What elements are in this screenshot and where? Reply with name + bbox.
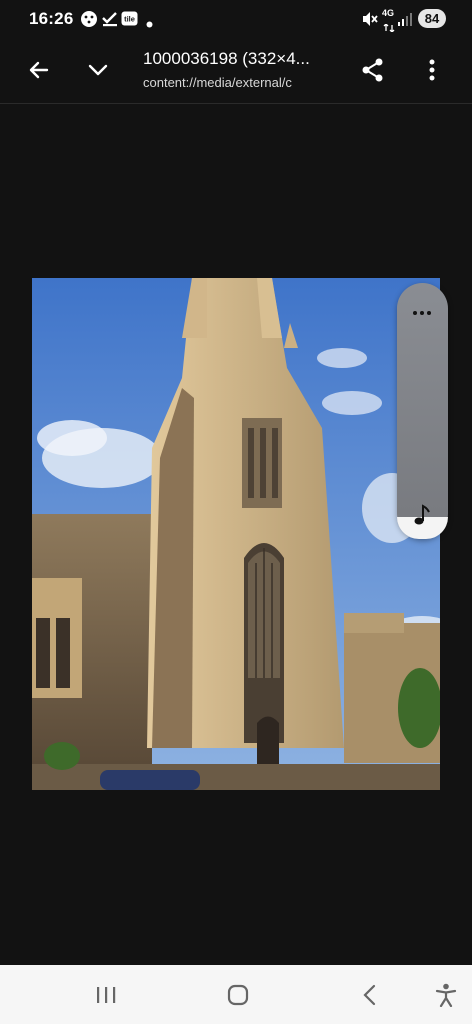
check-icon [101, 10, 119, 33]
chevron-down-icon[interactable] [78, 50, 118, 90]
more-horiz-icon[interactable] [411, 303, 433, 321]
activity-icon [80, 10, 98, 33]
dot-icon [146, 15, 153, 33]
home-icon[interactable] [221, 979, 255, 1011]
recents-icon[interactable] [89, 979, 123, 1011]
status-time: 16:26 [29, 9, 74, 28]
network-type: 4G [382, 8, 395, 18]
back-icon[interactable] [353, 979, 387, 1011]
svg-text:tile: tile [124, 15, 135, 24]
page-subtitle: content://media/external/c [143, 75, 292, 90]
floating-music-panel[interactable] [397, 283, 448, 539]
status-bar: 16:26 tile 4G 84 [0, 0, 472, 38]
battery-indicator: 84 [418, 9, 446, 28]
tile-app-icon: tile [121, 10, 138, 32]
back-arrow-icon[interactable] [19, 50, 59, 90]
image-viewer [0, 105, 472, 965]
page-title: 1000036198 (332×4... [143, 49, 310, 68]
share-icon[interactable] [353, 50, 393, 90]
title-block: 1000036198 (332×4... content://media/ext… [143, 48, 339, 92]
mute-icon [360, 10, 378, 33]
navigation-bar [0, 965, 472, 1024]
signal-icon [397, 10, 413, 33]
more-vert-icon[interactable] [412, 50, 452, 90]
music-note-icon[interactable] [413, 504, 431, 531]
app-bar: 1000036198 (332×4... content://media/ext… [0, 38, 472, 104]
accessibility-icon[interactable] [429, 979, 463, 1011]
photo[interactable] [32, 278, 440, 790]
data-arrows-icon [383, 19, 395, 37]
